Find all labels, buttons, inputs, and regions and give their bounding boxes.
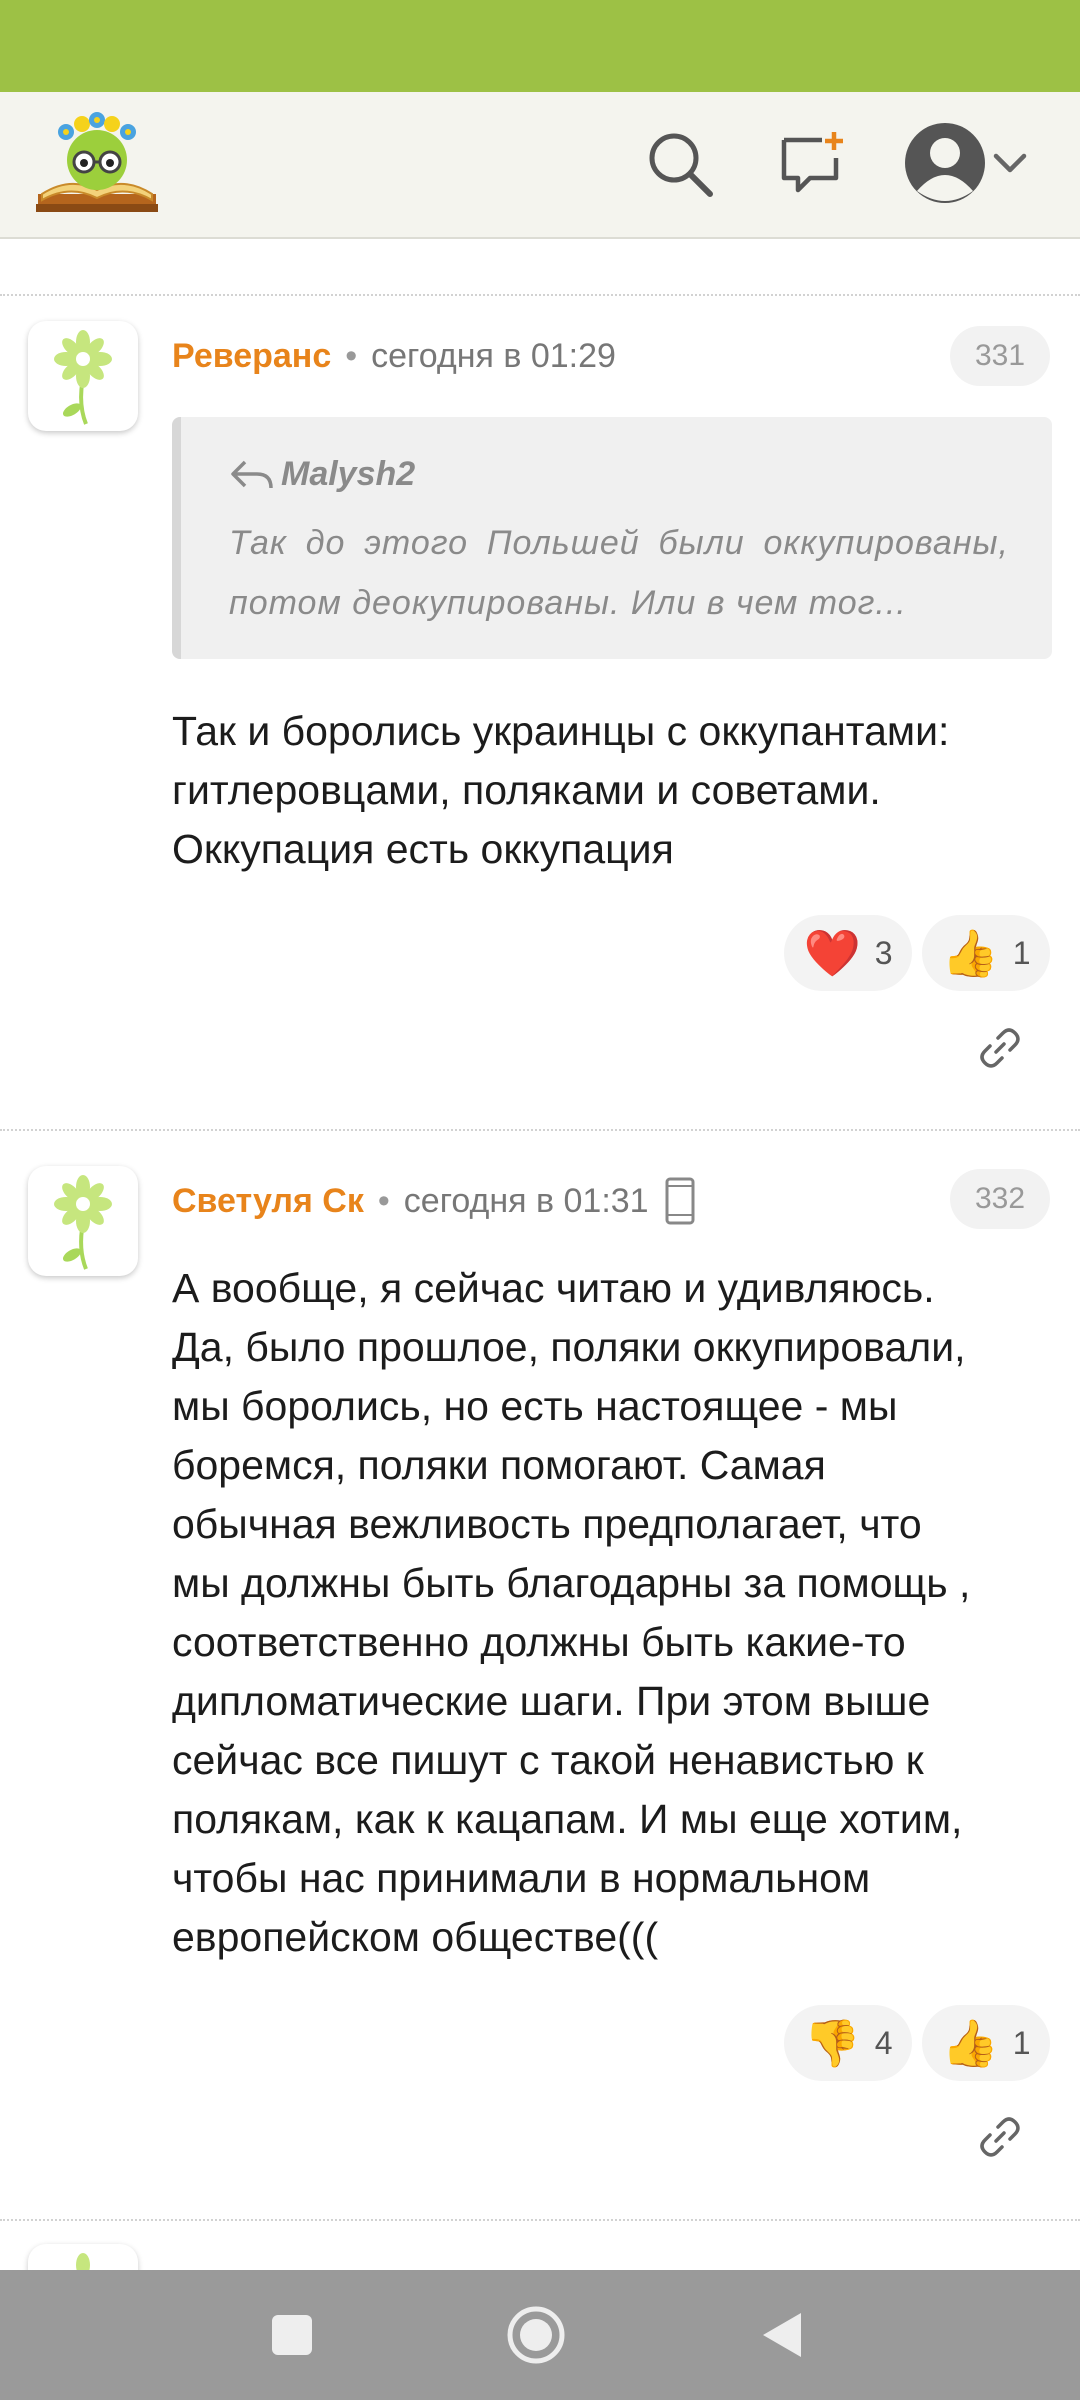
triangle-back-icon[interactable] [742,2295,822,2375]
reaction-count: 1 [1012,934,1031,971]
reaction-thumbs-down[interactable]: 👎 4 [784,2005,912,2081]
reaction-thumbs-up[interactable]: 👍 1 [922,2005,1050,2081]
divider [0,294,1080,296]
reaction-count: 3 [874,934,893,971]
body-line: Оккупация есть оккупация [172,826,674,872]
comment-meta: Светуля Ск • сегодня в 01:31 [172,1177,697,1225]
body-line: обычная вежливость предполагает, что [172,1501,922,1547]
link-icon[interactable] [970,1018,1030,1078]
chevron-down-icon[interactable] [990,122,1030,206]
quote-author-name: Malysh2 [281,455,416,493]
body-line: гитлеровцами, поляками и советами. [172,767,881,813]
quote-text: Так до этого Польшей были оккупированы, … [229,524,1009,622]
comments-feed[interactable]: Реверанс • сегодня в 01:29 331 Malysh2 Т… [0,239,1080,2270]
user-avatar-icon[interactable] [900,118,990,208]
thumbs-down-icon: 👎 [803,2017,861,2069]
quote-block[interactable]: Malysh2 Так до этого Польшей были оккупи… [172,417,1052,659]
body-line: А вообще, я сейчас читаю и удивляюсь. [172,1265,935,1311]
body-line: мы боролись, но есть настоящее - мы [172,1383,898,1429]
reply-arrow-icon [231,460,273,488]
author-name[interactable]: Светуля Ск [172,1182,364,1221]
body-line: европейском обществе((( [172,1914,659,1960]
reaction-count: 4 [874,2024,893,2061]
comment-body: А вообще, я сейчас читаю и удивляюсь. Да… [172,1259,1062,1967]
body-line: мы должны быть благодарны за помощь , [172,1560,971,1606]
body-line: Да, было прошлое, поляки оккупировали, [172,1324,966,1370]
comment-body: Так и боролись украинцы с оккупантами: г… [172,702,1062,879]
timestamp: сегодня в 01:29 [371,336,616,375]
reaction-heart[interactable]: ❤️ 3 [784,915,912,991]
system-navigation-bar [0,2270,1080,2400]
mobile-phone-icon [665,1177,695,1225]
body-line: дипломатические шаги. При этом выше [172,1678,931,1724]
square-recents-icon[interactable] [252,2295,332,2375]
body-line: полякам, как к кацапам. И мы еще хотим, [172,1796,963,1842]
status-bar [0,0,1080,92]
book-flower-mascot-logo[interactable] [32,110,162,222]
body-line: чтобы нас принимали в нормальном [172,1855,871,1901]
divider [0,2219,1080,2221]
body-line: боремся, поляки помогают. Самая [172,1442,826,1488]
reaction-thumbs-up[interactable]: 👍 1 [922,915,1050,991]
body-line: сейчас все пишут с такой ненавистью к [172,1737,924,1783]
reaction-count: 1 [1012,2024,1031,2061]
timestamp: сегодня в 01:31 [403,1181,649,1220]
body-line: Так и боролись украинцы с оккупантами: [172,708,950,754]
separator-dot: • [345,336,358,375]
circle-home-icon[interactable] [496,2295,576,2375]
avatar[interactable] [28,321,138,431]
comment-number-badge[interactable]: 331 [950,326,1050,386]
avatar[interactable] [28,1166,138,1276]
author-name[interactable]: Реверанс [172,337,331,376]
avatar[interactable] [28,2244,138,2270]
app-header [0,92,1080,239]
body-line: соответственно должны быть какие-то [172,1619,906,1665]
separator-dot: • [377,1181,390,1220]
new-message-icon[interactable] [770,122,854,206]
quote-author: Malysh2 [229,455,415,494]
heart-icon: ❤️ [803,927,861,979]
comment-number-badge[interactable]: 332 [950,1169,1050,1229]
comment-meta: Реверанс • сегодня в 01:29 [172,332,616,380]
thumbs-up-icon: 👍 [941,927,999,979]
link-icon[interactable] [970,2107,1030,2167]
search-icon[interactable] [638,122,722,206]
divider [0,1129,1080,1131]
thumbs-up-icon: 👍 [941,2017,999,2069]
